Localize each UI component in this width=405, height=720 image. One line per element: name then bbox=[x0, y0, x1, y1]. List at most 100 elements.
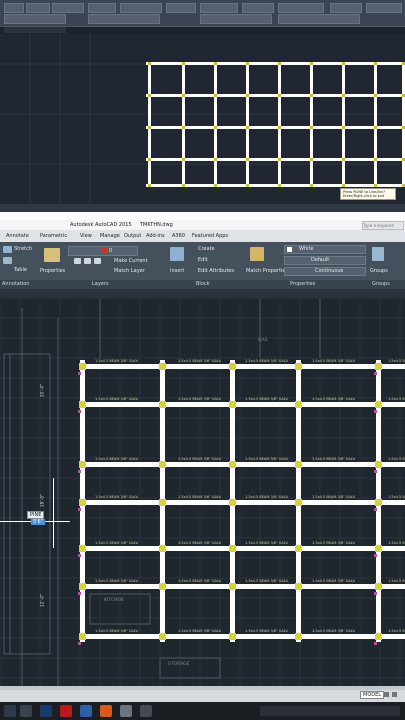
top-ribbon-button[interactable] bbox=[4, 14, 66, 24]
anchor-point bbox=[374, 372, 377, 375]
table-button[interactable]: Table bbox=[14, 267, 27, 273]
tab-annotate[interactable]: Annotate bbox=[6, 230, 29, 242]
panel-block[interactable]: Block bbox=[196, 280, 210, 289]
top-ribbon-button[interactable] bbox=[88, 3, 116, 13]
color-dropdown[interactable]: White bbox=[284, 245, 366, 254]
tab-a360[interactable]: A360 bbox=[172, 230, 185, 242]
beam-label: 1.5x4.5 BEAM 3/8" GALV. bbox=[245, 397, 289, 401]
top-ribbon-button[interactable] bbox=[120, 3, 162, 13]
column bbox=[159, 363, 166, 370]
layer-tool-icon[interactable] bbox=[74, 258, 81, 264]
tab-output[interactable]: Output bbox=[124, 230, 141, 242]
tab-parametric[interactable]: Parametric bbox=[40, 230, 67, 242]
column bbox=[229, 461, 236, 468]
make-current-button[interactable]: Make Current bbox=[114, 258, 148, 264]
match-layer-button[interactable]: Match Layer bbox=[114, 268, 145, 274]
top-ribbon-button[interactable] bbox=[4, 3, 24, 13]
beam-label: 1.5x4.5 BEAM 3/8" GALV. bbox=[178, 397, 222, 401]
app-icon[interactable] bbox=[140, 705, 152, 717]
dynamic-input-field[interactable]: 5'6" bbox=[31, 519, 46, 525]
settings-icon[interactable] bbox=[20, 705, 32, 717]
top-ribbon-button[interactable] bbox=[278, 14, 360, 24]
stretch-button[interactable]: Stretch bbox=[14, 246, 32, 252]
tab-view[interactable]: View bbox=[80, 230, 92, 242]
crosshair-vertical bbox=[53, 478, 54, 548]
room-note: GAS bbox=[258, 338, 268, 343]
grid-toggle-icon[interactable] bbox=[384, 692, 389, 697]
panel-groups[interactable]: Groups bbox=[372, 280, 390, 289]
top-beam bbox=[182, 62, 185, 187]
column bbox=[375, 401, 382, 408]
premiere-icon[interactable] bbox=[40, 705, 52, 717]
beam-label: 1.5x4.5 BEAM 3/8" GALV. bbox=[95, 629, 139, 633]
browser-icon[interactable] bbox=[100, 705, 112, 717]
panel-layers[interactable]: Layers bbox=[92, 280, 109, 289]
tab-manage[interactable]: Manage bbox=[100, 230, 120, 242]
top-ribbon-button[interactable] bbox=[166, 3, 196, 13]
top-tooltip: Press PLINE to Line/Arc? Enter/Right-cli… bbox=[340, 188, 396, 200]
top-column bbox=[374, 62, 377, 65]
panel-properties[interactable]: Properties bbox=[290, 280, 315, 289]
top-ribbon-button[interactable] bbox=[200, 14, 272, 24]
model-button[interactable]: MODEL bbox=[360, 691, 385, 699]
layer-properties-button[interactable]: Properties bbox=[40, 268, 65, 274]
group-button[interactable]: Groups bbox=[370, 268, 388, 274]
beam-label: 1.5x4.5 BEAM 3/8" GALV. bbox=[178, 629, 222, 633]
top-drawing-canvas[interactable] bbox=[0, 34, 405, 204]
beam-label: 1.5x4.5 BEAM 3/8" GALV. bbox=[388, 457, 405, 461]
beam bbox=[80, 402, 405, 407]
tab-featured-apps[interactable]: Featured Apps bbox=[192, 230, 228, 242]
search-input[interactable]: Type a keyword bbox=[362, 221, 404, 230]
top-ribbon-button[interactable] bbox=[366, 3, 402, 13]
create-block-button[interactable]: Create bbox=[198, 246, 215, 252]
top-column bbox=[214, 94, 217, 97]
drawing-canvas[interactable]: 1.5x4.5 BEAM 3/8" GALV. 1.5x4.5 BEAM 3/8"… bbox=[0, 298, 405, 686]
taskbar bbox=[0, 702, 405, 720]
layer-tool-icon[interactable] bbox=[84, 258, 91, 264]
top-ribbon-button[interactable] bbox=[330, 3, 362, 13]
layer-tool-icon[interactable] bbox=[94, 258, 101, 264]
column bbox=[79, 401, 86, 408]
edit-attributes-button[interactable]: Edit Attributes bbox=[198, 268, 234, 274]
screenshot-gap bbox=[0, 212, 405, 220]
column bbox=[159, 583, 166, 590]
linetype-dropdown[interactable]: Continuous bbox=[284, 267, 366, 276]
top-ribbon-button[interactable] bbox=[242, 3, 274, 13]
command-line[interactable] bbox=[0, 686, 405, 690]
column bbox=[295, 633, 302, 640]
top-status-bar bbox=[0, 204, 405, 212]
top-ribbon-button[interactable] bbox=[278, 3, 324, 13]
word-icon[interactable] bbox=[80, 705, 92, 717]
top-ribbon-button[interactable] bbox=[200, 3, 238, 13]
beam bbox=[80, 584, 405, 589]
folder-icon[interactable] bbox=[120, 705, 132, 717]
edit-block-button[interactable]: Edit bbox=[198, 257, 208, 263]
top-column bbox=[246, 94, 249, 97]
top-column bbox=[182, 94, 185, 97]
top-ribbon-button[interactable] bbox=[88, 14, 160, 24]
beam-label: 1.5x4.5 BEAM 3/8" GALV. bbox=[312, 495, 356, 499]
column bbox=[295, 583, 302, 590]
column bbox=[375, 499, 382, 506]
anchor-point bbox=[78, 372, 81, 375]
beam-label: 1.5x4.5 BEAM 3/8" GALV. bbox=[245, 457, 289, 461]
insert-button[interactable]: Insert bbox=[170, 268, 184, 274]
top-ribbon-button[interactable] bbox=[26, 3, 50, 13]
top-ribbon-button[interactable] bbox=[52, 3, 84, 13]
top-column bbox=[374, 94, 377, 97]
start-icon[interactable] bbox=[4, 705, 16, 717]
lineweight-dropdown[interactable]: Default bbox=[284, 256, 366, 265]
column bbox=[295, 499, 302, 506]
tab-addins[interactable]: Add-ins bbox=[146, 230, 165, 242]
top-file-tab[interactable] bbox=[4, 27, 66, 33]
top-column bbox=[310, 126, 313, 129]
autocad-icon[interactable] bbox=[60, 705, 72, 717]
column bbox=[229, 633, 236, 640]
app-title: Autodesk AutoCAD 2015 bbox=[70, 222, 132, 228]
panel-annotation[interactable]: Annotation bbox=[2, 280, 29, 289]
layer-dropdown[interactable]: 0 bbox=[68, 246, 138, 256]
snap-toggle-icon[interactable] bbox=[392, 692, 397, 697]
top-column bbox=[342, 126, 345, 129]
beam-label: 1.5x4.5 BEAM 3/8" GALV. bbox=[245, 629, 289, 633]
match-properties-button[interactable]: Match Properties bbox=[246, 268, 288, 274]
